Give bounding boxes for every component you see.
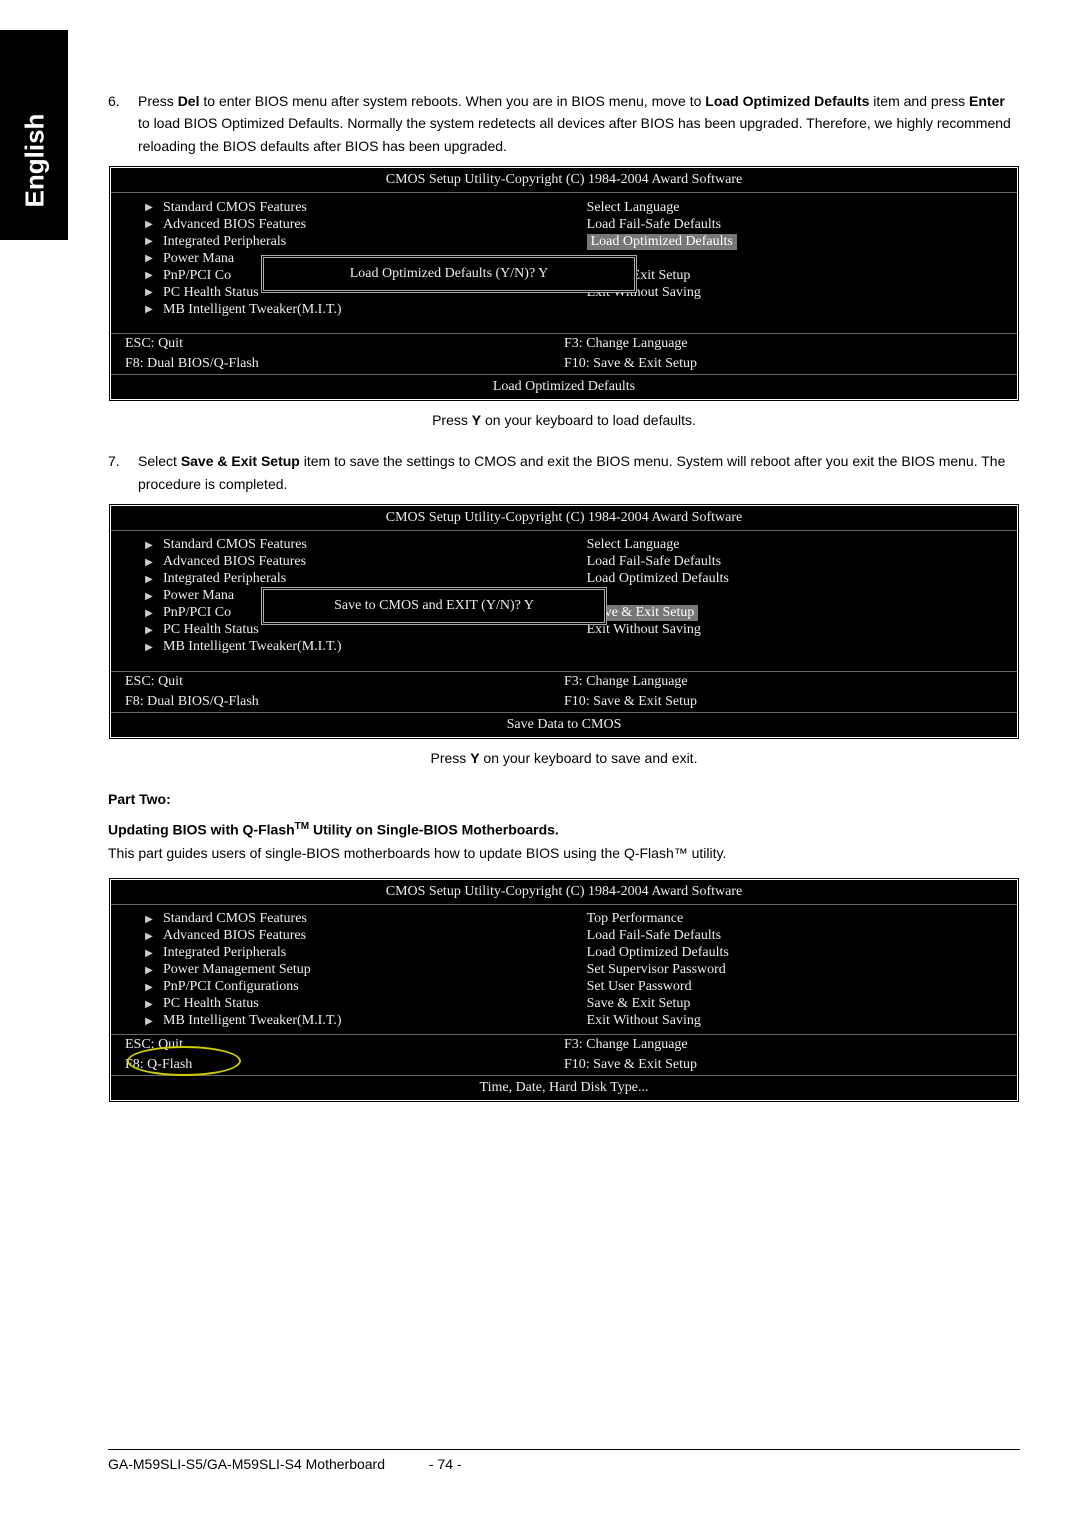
bios-hints: ESC: Quit F3: Change Language: [111, 1034, 1017, 1055]
bios-screenshot-1: CMOS Setup Utility-Copyright (C) 1984-20…: [108, 165, 1020, 402]
bios-status: Save Data to CMOS: [111, 712, 1017, 737]
bios-title: CMOS Setup Utility-Copyright (C) 1984-20…: [111, 506, 1017, 531]
triangle-icon: ▶: [135, 219, 163, 230]
bios-status: Time, Date, Hard Disk Type...: [111, 1075, 1017, 1100]
caption-2: Press Y on your keyboard to save and exi…: [108, 750, 1020, 766]
part-two-subheading: Updating BIOS with Q-FlashTM Utility on …: [108, 818, 1020, 842]
footer-model: GA-M59SLI-S5/GA-M59SLI-S4 Motherboard: [108, 1456, 385, 1472]
page-number: - 74 -: [429, 1456, 462, 1472]
triangle-icon: ▶: [135, 304, 163, 315]
page-footer: GA-M59SLI-S5/GA-M59SLI-S4 Motherboard - …: [108, 1449, 1020, 1472]
triangle-icon: ▶: [135, 557, 163, 568]
language-tab: English: [0, 30, 68, 240]
triangle-icon: ▶: [135, 202, 163, 213]
bios-title: CMOS Setup Utility-Copyright (C) 1984-20…: [111, 880, 1017, 905]
triangle-icon: ▶: [135, 982, 163, 993]
bios-screenshot-2: CMOS Setup Utility-Copyright (C) 1984-20…: [108, 503, 1020, 740]
triangle-icon: ▶: [135, 642, 163, 653]
confirm-dialog: Load Optimized Defaults (Y/N)? Y: [261, 255, 637, 293]
bios-right-column: Top Performance Load Fail-Safe Defaults …: [587, 911, 993, 1030]
bios-status: Load Optimized Defaults: [111, 374, 1017, 399]
step-text: Press Del to enter BIOS menu after syste…: [138, 90, 1020, 157]
bios-hints-2: F8: Dual BIOS/Q-Flash F10: Save & Exit S…: [111, 354, 1017, 374]
triangle-icon: ▶: [135, 965, 163, 976]
step-6: 6. Press Del to enter BIOS menu after sy…: [108, 90, 1020, 157]
triangle-icon: ▶: [135, 608, 163, 619]
triangle-icon: ▶: [135, 540, 163, 551]
bios-hints: ESC: Quit F3: Change Language: [111, 671, 1017, 692]
caption-1: Press Y on your keyboard to load default…: [108, 412, 1020, 428]
part-two-body: This part guides users of single-BIOS mo…: [108, 842, 1020, 864]
bios-hints-2: F8: Dual BIOS/Q-Flash F10: Save & Exit S…: [111, 692, 1017, 712]
triangle-icon: ▶: [135, 625, 163, 636]
bios-left-column: ▶Standard CMOS Features ▶Advanced BIOS F…: [135, 911, 587, 1030]
bios-right-column: Select Language Load Fail-Safe Defaults …: [587, 199, 993, 329]
triangle-icon: ▶: [135, 270, 163, 281]
part-two-heading: Part Two:: [108, 788, 1020, 812]
bios-screenshot-3: CMOS Setup Utility-Copyright (C) 1984-20…: [108, 877, 1020, 1103]
triangle-icon: ▶: [135, 914, 163, 925]
bios-hints: ESC: Quit F3: Change Language: [111, 333, 1017, 354]
bios-right-column: Select Language Load Fail-Safe Defaults …: [587, 537, 993, 667]
step-7: 7. Select Save & Exit Setup item to save…: [108, 450, 1020, 495]
language-label: English: [20, 86, 51, 236]
step-text: Select Save & Exit Setup item to save th…: [138, 450, 1020, 495]
confirm-dialog: Save to CMOS and EXIT (Y/N)? Y: [261, 587, 607, 625]
step-number: 6.: [108, 90, 138, 157]
triangle-icon: ▶: [135, 236, 163, 247]
step-number: 7.: [108, 450, 138, 495]
selected-item: Load Optimized Defaults: [587, 234, 737, 250]
triangle-icon: ▶: [135, 931, 163, 942]
bios-hints-2: F8: Q-Flash F10: Save & Exit Setup: [111, 1055, 1017, 1075]
bios-title: CMOS Setup Utility-Copyright (C) 1984-20…: [111, 168, 1017, 193]
triangle-icon: ▶: [135, 591, 163, 602]
triangle-icon: ▶: [135, 253, 163, 264]
triangle-icon: ▶: [135, 1016, 163, 1027]
triangle-icon: ▶: [135, 999, 163, 1010]
triangle-icon: ▶: [135, 287, 163, 298]
triangle-icon: ▶: [135, 948, 163, 959]
triangle-icon: ▶: [135, 574, 163, 585]
